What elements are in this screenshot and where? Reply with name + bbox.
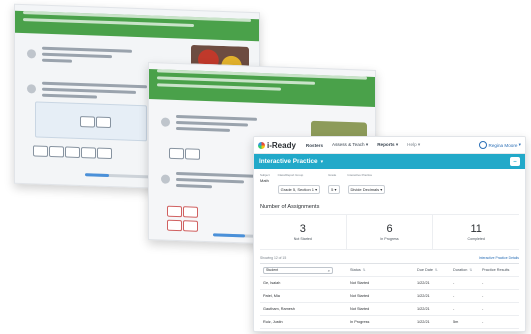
nav-help[interactable]: Help ▾ (407, 142, 420, 148)
answer-tile[interactable] (97, 147, 112, 160)
answer-tile[interactable] (169, 147, 184, 160)
answer-tile[interactable] (33, 145, 48, 157)
tile[interactable] (80, 116, 95, 128)
user-name: Regina Moore (488, 142, 518, 148)
user-avatar-icon (478, 141, 487, 149)
col-status[interactable]: Status ⇅ (350, 268, 417, 272)
user-menu[interactable]: Regina Moore ▾ (478, 141, 521, 149)
student-table: Student ⌕ Status ⇅ Due Date ⇅ Duration ⇅ Pr… (260, 263, 519, 329)
table-meta: Showing 12 of 15 Interactive Practice De… (260, 256, 519, 260)
answer-tile[interactable] (49, 145, 64, 158)
expand-icon[interactable]: – (510, 157, 520, 166)
lesson-banner (149, 69, 375, 107)
question-number-icon (27, 84, 36, 94)
details-link[interactable]: Interactive Practice Details (479, 256, 519, 260)
sort-icon: ⇅ (435, 268, 438, 272)
question-number-icon (161, 117, 170, 127)
table-header: Student ⌕ Status ⇅ Due Date ⇅ Duration ⇅ Pr… (260, 264, 519, 277)
table-row[interactable]: Patel, Mia Not Started 1/22/21 - - (260, 290, 519, 303)
sort-icon: ⇅ (469, 268, 473, 272)
stat-completed: 11 Completed (467, 222, 485, 241)
col-practice-results[interactable]: Practice Results (482, 268, 519, 272)
nav-rosters[interactable]: Rosters (306, 143, 323, 148)
table-row[interactable]: Gautham, Ramesh Not Started 1/22/21 - - (260, 303, 519, 316)
answer-tile[interactable] (167, 205, 182, 218)
search-icon: ⌕ (327, 267, 330, 273)
top-navigation: i-Ready Rosters Assess & Teach ▾ Reports… (254, 137, 525, 154)
filter-class[interactable]: Class/Report Group Grade 5, Section 1 ▾ (277, 173, 321, 196)
tile[interactable] (96, 116, 111, 129)
nav-assess-teach[interactable]: Assess & Teach ▾ (332, 142, 368, 148)
nav-reports[interactable]: Reports ▾ (377, 142, 398, 148)
lesson-banner (15, 10, 259, 42)
filter-grade[interactable]: Grade 5 ▾ (328, 173, 340, 196)
col-duration[interactable]: Duration ⇅ (453, 268, 482, 272)
iready-report-window: i-Ready Rosters Assess & Teach ▾ Reports… (253, 136, 526, 332)
title-dropdown-icon[interactable]: ▾ (321, 159, 324, 165)
filter-bar: Subject Math Class/Report Group Grade 5,… (254, 169, 525, 196)
page-header: Interactive Practice ▾ – (254, 154, 525, 169)
number-line-workspace[interactable] (35, 101, 147, 142)
answer-tile[interactable] (81, 147, 96, 159)
col-due-date[interactable]: Due Date ⇅ (417, 268, 453, 272)
logo-icon (258, 141, 265, 149)
answer-tile[interactable] (65, 146, 80, 159)
answer-tile[interactable] (183, 206, 198, 218)
iready-logo[interactable]: i-Ready (258, 141, 296, 150)
sort-icon: ⇅ (362, 268, 366, 272)
filter-subject[interactable]: Subject Math (260, 173, 270, 196)
assignments-title: Number of Assignments (260, 204, 320, 210)
answer-tile[interactable] (183, 220, 198, 232)
table-row[interactable]: Ruiz, Justin In Progress 1/22/21 5m - (260, 316, 519, 329)
answer-tile[interactable] (167, 219, 182, 232)
filter-interactive-practice[interactable]: Interactive Practice Divide Decimals ▾ (347, 173, 386, 196)
logo-text: i-Ready (267, 140, 296, 150)
student-search-input[interactable]: Student ⌕ (263, 266, 333, 274)
page-title: Interactive Practice (259, 158, 318, 165)
assignment-stats: 3 Not Started 6 In Progress 11 Completed (260, 214, 519, 250)
table-row[interactable]: Ge, Isaiah Not Started 1/22/21 - - (260, 277, 519, 290)
answer-tile[interactable] (185, 148, 200, 160)
question-number-icon (27, 49, 36, 59)
showing-count: Showing 12 of 15 (260, 256, 287, 260)
stat-not-started: 3 Not Started (260, 215, 347, 249)
question-number-icon (161, 174, 170, 184)
stat-in-progress: 6 In Progress (347, 215, 434, 249)
